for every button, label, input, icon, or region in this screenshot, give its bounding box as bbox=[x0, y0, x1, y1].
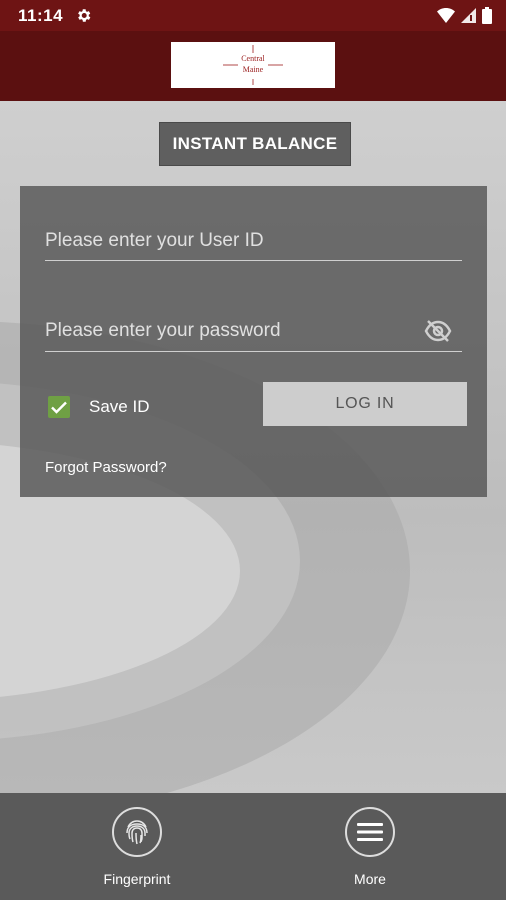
password-input[interactable] bbox=[45, 320, 415, 342]
nav-more[interactable]: More bbox=[300, 793, 440, 887]
user-id-input[interactable] bbox=[45, 230, 415, 252]
user-id-field[interactable] bbox=[45, 230, 462, 261]
battery-icon bbox=[482, 7, 492, 24]
bank-logo: Central Maine bbox=[171, 42, 335, 88]
save-id-label: Save ID bbox=[89, 397, 150, 416]
nav-fingerprint-label: Fingerprint bbox=[103, 871, 171, 887]
app-header: Central Maine bbox=[0, 31, 506, 101]
nav-fingerprint[interactable]: Fingerprint bbox=[67, 793, 207, 887]
status-bar: 11:14 bbox=[0, 0, 506, 31]
save-id-checkbox[interactable] bbox=[48, 396, 70, 418]
login-card: Save ID LOG IN Forgot Password? bbox=[20, 186, 487, 497]
gear-icon bbox=[78, 9, 91, 22]
instant-balance-button[interactable]: INSTANT BALANCE bbox=[159, 122, 351, 166]
more-button[interactable] bbox=[345, 807, 395, 857]
status-time: 11:14 bbox=[18, 6, 64, 25]
log-in-button[interactable]: LOG IN bbox=[263, 382, 467, 426]
logo-text-line2: Maine bbox=[243, 65, 264, 74]
fingerprint-icon bbox=[126, 820, 148, 845]
menu-icon bbox=[357, 823, 383, 841]
signal-icon bbox=[461, 8, 476, 23]
visibility-off-icon[interactable] bbox=[424, 318, 452, 344]
logo-text-line1: Central bbox=[241, 54, 265, 63]
checkmark-icon bbox=[51, 401, 67, 414]
forgot-password-link[interactable]: Forgot Password? bbox=[45, 459, 167, 476]
bottom-navigation: Fingerprint More bbox=[0, 793, 506, 900]
fingerprint-button[interactable] bbox=[112, 807, 162, 857]
password-field[interactable] bbox=[45, 320, 462, 352]
save-id-control[interactable]: Save ID bbox=[48, 396, 149, 418]
nav-more-label: More bbox=[354, 871, 386, 887]
wifi-icon bbox=[437, 8, 455, 23]
